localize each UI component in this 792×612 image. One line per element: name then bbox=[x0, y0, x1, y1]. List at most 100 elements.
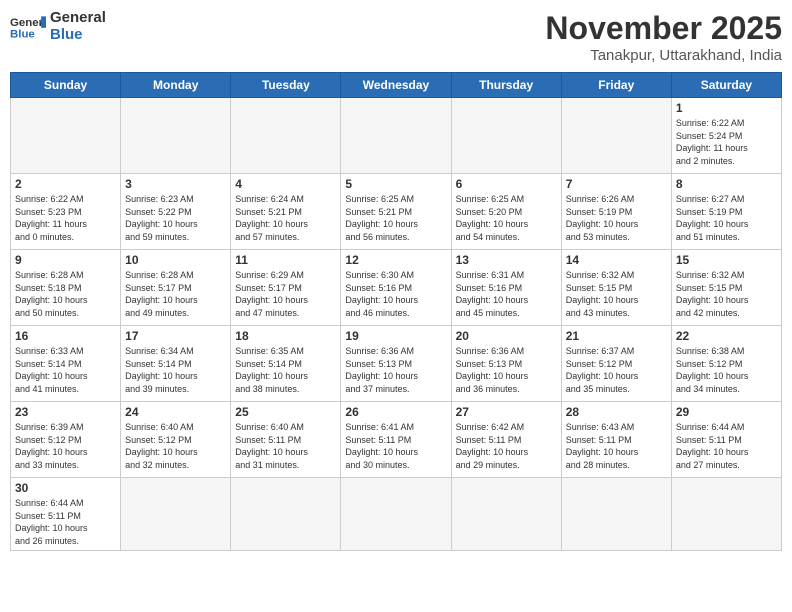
weekday-header-friday: Friday bbox=[561, 73, 671, 98]
day-number: 14 bbox=[566, 253, 667, 267]
title-section: November 2025 Tanakpur, Uttarakhand, Ind… bbox=[545, 10, 782, 64]
calendar-cell: 26Sunrise: 6:41 AM Sunset: 5:11 PM Dayli… bbox=[341, 402, 451, 478]
calendar-cell bbox=[561, 478, 671, 551]
day-number: 4 bbox=[235, 177, 336, 191]
weekday-header-thursday: Thursday bbox=[451, 73, 561, 98]
calendar-cell bbox=[231, 478, 341, 551]
calendar-cell bbox=[671, 478, 781, 551]
svg-text:Blue: Blue bbox=[10, 28, 35, 40]
day-info: Sunrise: 6:44 AM Sunset: 5:11 PM Dayligh… bbox=[676, 421, 777, 471]
day-number: 9 bbox=[15, 253, 116, 267]
weekday-header-monday: Monday bbox=[121, 73, 231, 98]
day-info: Sunrise: 6:40 AM Sunset: 5:12 PM Dayligh… bbox=[125, 421, 226, 471]
calendar-cell: 17 Sunrise: 6:34 AM Sunset: 5:14 PM Dayli… bbox=[121, 326, 231, 402]
calendar-cell: 23Sunrise: 6:39 AM Sunset: 5:12 PM Dayli… bbox=[11, 402, 121, 478]
calendar-cell: 3 Sunrise: 6:23 AM Sunset: 5:22 PM Daylig… bbox=[121, 174, 231, 250]
day-info: Sunrise: 6:26 AM Sunset: 5:19 PM Dayligh… bbox=[566, 193, 667, 243]
calendar-cell: 5Sunrise: 6:25 AM Sunset: 5:21 PM Daylig… bbox=[341, 174, 451, 250]
calendar-cell: 19Sunrise: 6:36 AM Sunset: 5:13 PM Dayli… bbox=[341, 326, 451, 402]
header: General Blue General Blue November 2025 … bbox=[10, 10, 782, 64]
calendar-cell: 25 Sunrise: 6:40 AM Sunset: 5:11 PM Dayli… bbox=[231, 402, 341, 478]
calendar-row-4: 16 Sunrise: 6:33 AM Sunset: 5:14 PM Dayli… bbox=[11, 326, 782, 402]
logo-icon: General Blue bbox=[10, 13, 46, 41]
calendar-cell bbox=[451, 478, 561, 551]
calendar-cell: 13 Sunrise: 6:31 AM Sunset: 5:16 PM Dayli… bbox=[451, 250, 561, 326]
day-info: Sunrise: 6:30 AM Sunset: 5:16 PM Dayligh… bbox=[345, 269, 446, 319]
day-number: 23 bbox=[15, 405, 116, 419]
day-number: 19 bbox=[345, 329, 446, 343]
day-info: Sunrise: 6:22 AM Sunset: 5:23 PM Dayligh… bbox=[15, 193, 116, 243]
calendar-cell bbox=[121, 98, 231, 174]
calendar-row-1: 1Sunrise: 6:22 AM Sunset: 5:24 PM Daylig… bbox=[11, 98, 782, 174]
calendar-cell: 12Sunrise: 6:30 AM Sunset: 5:16 PM Dayli… bbox=[341, 250, 451, 326]
calendar-cell: 21Sunrise: 6:37 AM Sunset: 5:12 PM Dayli… bbox=[561, 326, 671, 402]
day-number: 17 bbox=[125, 329, 226, 343]
calendar-cell: 8 Sunrise: 6:27 AM Sunset: 5:19 PM Daylig… bbox=[671, 174, 781, 250]
calendar-cell: 11Sunrise: 6:29 AM Sunset: 5:17 PM Dayli… bbox=[231, 250, 341, 326]
day-number: 27 bbox=[456, 405, 557, 419]
day-info: Sunrise: 6:28 AM Sunset: 5:17 PM Dayligh… bbox=[125, 269, 226, 319]
calendar-cell: 22Sunrise: 6:38 AM Sunset: 5:12 PM Dayli… bbox=[671, 326, 781, 402]
day-number: 2 bbox=[15, 177, 116, 191]
calendar-cell: 6 Sunrise: 6:25 AM Sunset: 5:20 PM Daylig… bbox=[451, 174, 561, 250]
day-info: Sunrise: 6:43 AM Sunset: 5:11 PM Dayligh… bbox=[566, 421, 667, 471]
day-number: 6 bbox=[456, 177, 557, 191]
weekday-header-saturday: Saturday bbox=[671, 73, 781, 98]
calendar-cell: 27 Sunrise: 6:42 AM Sunset: 5:11 PM Dayli… bbox=[451, 402, 561, 478]
calendar-cell: 2 Sunrise: 6:22 AM Sunset: 5:23 PM Daylig… bbox=[11, 174, 121, 250]
calendar-cell bbox=[231, 98, 341, 174]
day-number: 5 bbox=[345, 177, 446, 191]
day-info: Sunrise: 6:34 AM Sunset: 5:14 PM Dayligh… bbox=[125, 345, 226, 395]
calendar-cell: 28 Sunrise: 6:43 AM Sunset: 5:11 PM Dayli… bbox=[561, 402, 671, 478]
day-info: Sunrise: 6:36 AM Sunset: 5:13 PM Dayligh… bbox=[456, 345, 557, 395]
calendar-cell: 30Sunrise: 6:44 AM Sunset: 5:11 PM Dayli… bbox=[11, 478, 121, 551]
day-info: Sunrise: 6:32 AM Sunset: 5:15 PM Dayligh… bbox=[676, 269, 777, 319]
day-number: 3 bbox=[125, 177, 226, 191]
calendar-cell: 10 Sunrise: 6:28 AM Sunset: 5:17 PM Dayli… bbox=[121, 250, 231, 326]
day-info: Sunrise: 6:33 AM Sunset: 5:14 PM Dayligh… bbox=[15, 345, 116, 395]
calendar-cell bbox=[561, 98, 671, 174]
calendar-cell bbox=[121, 478, 231, 551]
day-number: 28 bbox=[566, 405, 667, 419]
day-number: 26 bbox=[345, 405, 446, 419]
calendar-cell: 20 Sunrise: 6:36 AM Sunset: 5:13 PM Dayli… bbox=[451, 326, 561, 402]
calendar-cell: 7Sunrise: 6:26 AM Sunset: 5:19 PM Daylig… bbox=[561, 174, 671, 250]
day-info: Sunrise: 6:40 AM Sunset: 5:11 PM Dayligh… bbox=[235, 421, 336, 471]
day-number: 15 bbox=[676, 253, 777, 267]
day-number: 21 bbox=[566, 329, 667, 343]
day-info: Sunrise: 6:44 AM Sunset: 5:11 PM Dayligh… bbox=[15, 497, 116, 547]
day-number: 8 bbox=[676, 177, 777, 191]
day-info: Sunrise: 6:35 AM Sunset: 5:14 PM Dayligh… bbox=[235, 345, 336, 395]
day-number: 25 bbox=[235, 405, 336, 419]
day-number: 20 bbox=[456, 329, 557, 343]
day-info: Sunrise: 6:24 AM Sunset: 5:21 PM Dayligh… bbox=[235, 193, 336, 243]
calendar-row-5: 23Sunrise: 6:39 AM Sunset: 5:12 PM Dayli… bbox=[11, 402, 782, 478]
day-number: 13 bbox=[456, 253, 557, 267]
calendar-row-3: 9 Sunrise: 6:28 AM Sunset: 5:18 PM Daylig… bbox=[11, 250, 782, 326]
day-info: Sunrise: 6:25 AM Sunset: 5:20 PM Dayligh… bbox=[456, 193, 557, 243]
day-number: 22 bbox=[676, 329, 777, 343]
day-info: Sunrise: 6:32 AM Sunset: 5:15 PM Dayligh… bbox=[566, 269, 667, 319]
calendar-row-2: 2 Sunrise: 6:22 AM Sunset: 5:23 PM Daylig… bbox=[11, 174, 782, 250]
weekday-header-row: SundayMondayTuesdayWednesdayThursdayFrid… bbox=[11, 73, 782, 98]
calendar-cell: 24Sunrise: 6:40 AM Sunset: 5:12 PM Dayli… bbox=[121, 402, 231, 478]
day-info: Sunrise: 6:23 AM Sunset: 5:22 PM Dayligh… bbox=[125, 193, 226, 243]
day-info: Sunrise: 6:27 AM Sunset: 5:19 PM Dayligh… bbox=[676, 193, 777, 243]
calendar-cell: 16 Sunrise: 6:33 AM Sunset: 5:14 PM Dayli… bbox=[11, 326, 121, 402]
calendar-table: SundayMondayTuesdayWednesdayThursdayFrid… bbox=[10, 72, 782, 551]
day-info: Sunrise: 6:28 AM Sunset: 5:18 PM Dayligh… bbox=[15, 269, 116, 319]
calendar-cell bbox=[341, 98, 451, 174]
day-number: 10 bbox=[125, 253, 226, 267]
day-info: Sunrise: 6:42 AM Sunset: 5:11 PM Dayligh… bbox=[456, 421, 557, 471]
day-number: 29 bbox=[676, 405, 777, 419]
calendar-page: General Blue General Blue November 2025 … bbox=[0, 0, 792, 612]
calendar-cell: 9 Sunrise: 6:28 AM Sunset: 5:18 PM Daylig… bbox=[11, 250, 121, 326]
logo: General Blue General Blue bbox=[10, 10, 106, 43]
location-subtitle: Tanakpur, Uttarakhand, India bbox=[545, 47, 782, 64]
day-number: 16 bbox=[15, 329, 116, 343]
calendar-row-6: 30Sunrise: 6:44 AM Sunset: 5:11 PM Dayli… bbox=[11, 478, 782, 551]
calendar-cell: 29 Sunrise: 6:44 AM Sunset: 5:11 PM Dayli… bbox=[671, 402, 781, 478]
svg-text:General: General bbox=[10, 17, 46, 29]
day-info: Sunrise: 6:31 AM Sunset: 5:16 PM Dayligh… bbox=[456, 269, 557, 319]
weekday-header-tuesday: Tuesday bbox=[231, 73, 341, 98]
